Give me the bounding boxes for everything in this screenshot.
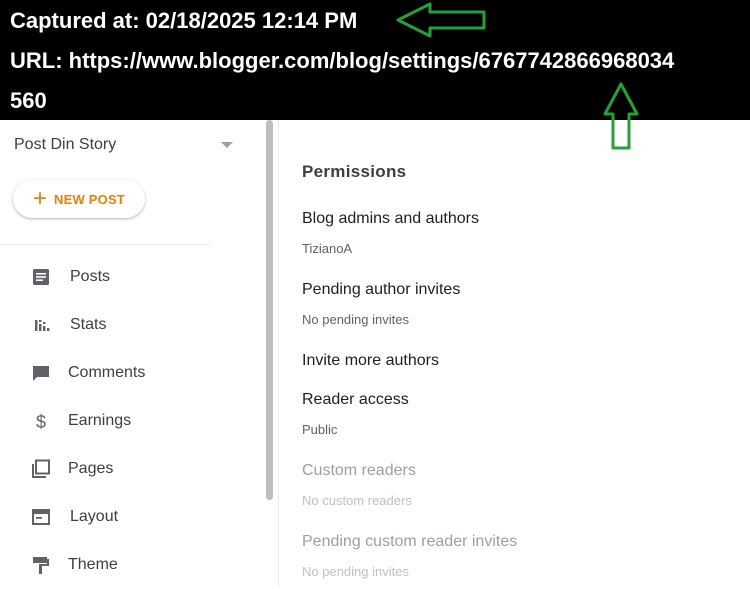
sidebar-item-label: Comments xyxy=(68,364,146,381)
section-title: Permissions xyxy=(302,162,407,181)
sidebar-nav: Posts Stats Comments $ Earnings Pages La… xyxy=(0,253,264,589)
sidebar-item-posts[interactable]: Posts xyxy=(0,253,264,301)
chevron-down-icon[interactable] xyxy=(221,142,233,148)
posts-icon xyxy=(33,269,49,285)
sidebar-item-pages[interactable]: Pages xyxy=(0,445,264,493)
svg-text:$: $ xyxy=(36,412,46,431)
invite-more-authors-setting[interactable]: Invite more authors xyxy=(302,352,439,370)
comments-icon xyxy=(33,366,49,381)
sidebar-item-label: Posts xyxy=(70,268,111,285)
pending-custom-reader-invites-value: No pending invites xyxy=(302,564,409,579)
theme-icon xyxy=(33,557,49,574)
sidebar-item-stats[interactable]: Stats xyxy=(0,301,264,349)
pages-icon xyxy=(32,459,50,478)
pending-author-invites-value: No pending invites xyxy=(302,312,409,327)
sidebar-item-earnings[interactable]: $ Earnings xyxy=(0,397,264,445)
blog-admins-setting[interactable]: Blog admins and authors xyxy=(302,210,479,228)
sidebar-item-theme[interactable]: Theme xyxy=(0,541,264,589)
new-post-label: NEW POST xyxy=(54,191,125,207)
sidebar-item-label: Earnings xyxy=(68,412,132,429)
pending-author-invites-setting[interactable]: Pending author invites xyxy=(302,281,460,299)
sidebar-scrollbar[interactable] xyxy=(266,120,273,500)
custom-readers-setting: Custom readers xyxy=(302,462,416,479)
sidebar-item-label: Layout xyxy=(70,508,119,525)
reader-access-setting[interactable]: Reader access xyxy=(302,391,409,409)
settings-panel: Permissions Blog admins and authors Tizi… xyxy=(279,120,750,585)
blog-selector[interactable]: Post Din Story xyxy=(14,136,116,154)
custom-readers-value: No custom readers xyxy=(302,493,412,508)
captured-at-text: Captured at: 02/18/2025 12:14 PM xyxy=(10,8,358,33)
reader-access-value: Public xyxy=(302,422,338,437)
blog-admins-value: TizianoA xyxy=(302,241,353,256)
url-line-1: URL: https://www.blogger.com/blog/settin… xyxy=(10,48,675,73)
annotation-arrow-left-icon xyxy=(396,2,486,38)
sidebar-item-label: Pages xyxy=(68,460,114,477)
capture-banner: Captured at: 02/18/2025 12:14 PM URL: ht… xyxy=(0,0,750,150)
layout-icon xyxy=(32,509,50,525)
new-post-button[interactable]: + NEW POST xyxy=(13,180,145,218)
sidebar: Post Din Story + NEW POST Posts Stats Co… xyxy=(0,120,264,585)
earnings-icon: $ xyxy=(36,412,46,431)
sidebar-item-label: Stats xyxy=(70,316,107,333)
stats-icon xyxy=(35,320,50,331)
sidebar-item-layout[interactable]: Layout xyxy=(0,493,264,541)
pending-custom-reader-invites-setting: Pending custom reader invites xyxy=(302,533,518,550)
plus-icon: + xyxy=(33,185,48,212)
sidebar-divider xyxy=(0,244,210,245)
sidebar-item-label: Theme xyxy=(68,556,118,573)
sidebar-item-comments[interactable]: Comments xyxy=(0,349,264,397)
